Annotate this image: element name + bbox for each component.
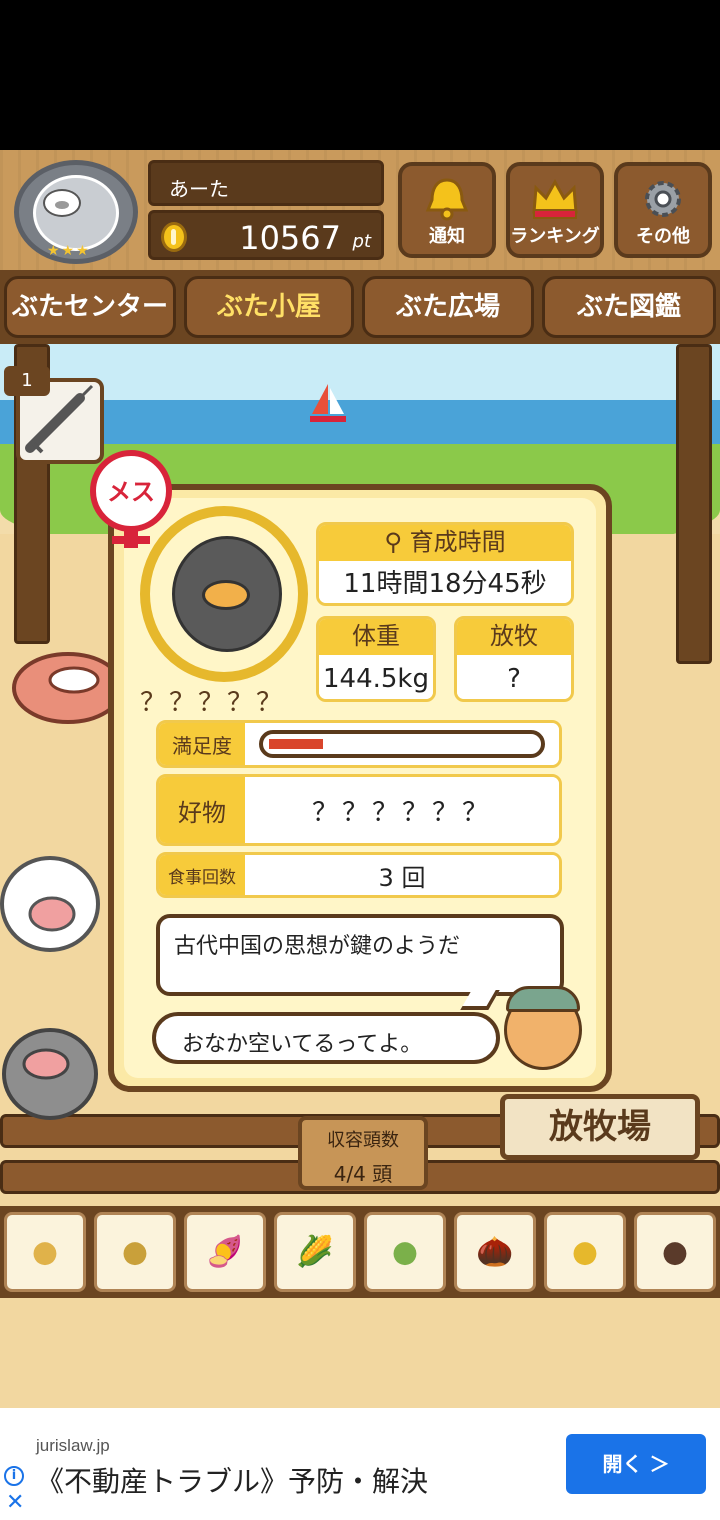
mixed-grain-icon: ●	[121, 1234, 149, 1270]
sailboat-icon	[310, 384, 346, 422]
capacity-sign: 収容頭数 4/4 頭	[298, 1116, 428, 1190]
meals-label: 食事回数	[159, 855, 245, 895]
tab-pig-house[interactable]: ぶた小屋	[184, 276, 354, 338]
other-button[interactable]: その他	[614, 162, 712, 258]
points-value: 10567	[239, 219, 341, 257]
meals-value: 3 回	[245, 855, 559, 895]
pasture-sign-button[interactable]: 放牧場	[500, 1094, 700, 1160]
weight-card: 体重 144.5kg	[316, 616, 436, 702]
graze-label: 放牧	[457, 619, 571, 655]
food-slot[interactable]: ●	[4, 1212, 86, 1292]
user-name-box: あーた	[148, 160, 384, 206]
meatball-dish-icon: ●	[661, 1234, 689, 1270]
female-badge: メス	[90, 450, 172, 532]
notice-button[interactable]: 通知	[398, 162, 496, 258]
ad-headline[interactable]: 《不動産トラブル》予防・解決	[36, 1460, 428, 1500]
food-slot[interactable]: ●	[634, 1212, 716, 1292]
satisfaction-label: 満足度	[159, 723, 245, 765]
favorite-label: 好物	[159, 777, 245, 843]
farmer-speech-bubble: おなか空いてるってよ。	[152, 1012, 500, 1064]
growth-time-text: 育成時間	[409, 528, 506, 556]
user-name: あーた	[169, 177, 229, 201]
growth-time-card: ⚲ 育成時間 11時間18分45秒	[316, 522, 574, 606]
ad-info-icon[interactable]: i	[4, 1466, 24, 1486]
meal-count-card: 食事回数 3 回	[156, 852, 562, 898]
hint-speech-bubble: 古代中国の思想が鍵のようだ	[156, 914, 564, 996]
fence-post	[676, 344, 712, 664]
graze-value: ?	[457, 655, 571, 699]
food-slot[interactable]: 🍠	[184, 1212, 266, 1292]
food-slot[interactable]: ●	[544, 1212, 626, 1292]
female-symbol-bar	[112, 536, 150, 544]
satisfaction-card: 満足度	[156, 720, 562, 768]
food-slot[interactable]: ●	[94, 1212, 176, 1292]
avatar-frame	[33, 175, 119, 251]
capacity-value: 4/4 頭	[333, 1162, 393, 1186]
sweet-potato-icon: 🍠	[206, 1234, 244, 1270]
satisfaction-fill	[269, 739, 323, 749]
points-box: 10567 pt	[148, 210, 384, 260]
beans-icon: ●	[391, 1234, 419, 1270]
capacity-label: 収容頭数	[327, 1130, 399, 1151]
growth-time-value: 11時間18分45秒	[319, 561, 571, 603]
crown-icon	[532, 178, 578, 219]
tab-pig-encyclopedia[interactable]: ぶた図鑑	[542, 276, 716, 338]
pig-snout-icon	[202, 580, 250, 610]
ad-open-button[interactable]: 開く ＞	[566, 1434, 706, 1494]
food-slot[interactable]: 🌽	[274, 1212, 356, 1292]
graze-card: 放牧 ?	[454, 616, 574, 702]
gray-pig-icon	[2, 1028, 98, 1120]
ad-domain: jurislaw.jp	[36, 1436, 110, 1455]
corn-icon: 🌽	[296, 1234, 334, 1270]
growth-time-label: ⚲ 育成時間	[319, 525, 571, 561]
item-count-badge: 1	[4, 366, 50, 396]
ranking-button[interactable]: ランキング	[506, 162, 604, 258]
grain-pile-icon: ●	[31, 1234, 59, 1270]
satisfaction-track	[259, 730, 545, 758]
pig-avatar-icon	[43, 189, 81, 217]
ad-close-icon[interactable]: ✕	[6, 1490, 24, 1515]
weight-label: 体重	[319, 619, 433, 655]
farmer-hat-icon	[506, 986, 580, 1012]
weight-value: 144.5kg	[319, 655, 433, 699]
satisfaction-meter	[245, 723, 559, 765]
key-icon: ⚲	[384, 528, 410, 556]
points-unit: pt	[352, 231, 371, 252]
tab-pig-center[interactable]: ぶたセンター	[4, 276, 176, 338]
corn-dish-icon: ●	[571, 1234, 599, 1270]
favorite-value: ？？？？？？	[245, 777, 559, 843]
notice-label: 通知	[429, 226, 465, 247]
other-label: その他	[636, 226, 690, 247]
pig-name: ？？？？？	[140, 688, 286, 718]
food-slot[interactable]: 🌰	[454, 1212, 536, 1292]
gear-icon	[645, 181, 681, 217]
favorite-food-card: 好物 ？？？？？？	[156, 774, 562, 846]
coin-icon	[161, 222, 187, 252]
acorn-icon: 🌰	[476, 1234, 514, 1270]
tab-pig-plaza[interactable]: ぶた広場	[362, 276, 534, 338]
bell-icon	[425, 178, 469, 221]
ranking-label: ランキング	[510, 226, 600, 247]
food-slot[interactable]: ●	[364, 1212, 446, 1292]
rank-stars-icon: ★★★	[47, 243, 91, 259]
white-pig-icon	[0, 856, 100, 952]
gender-label: メス	[107, 478, 155, 506]
avatar[interactable]: ★★★	[14, 160, 138, 264]
